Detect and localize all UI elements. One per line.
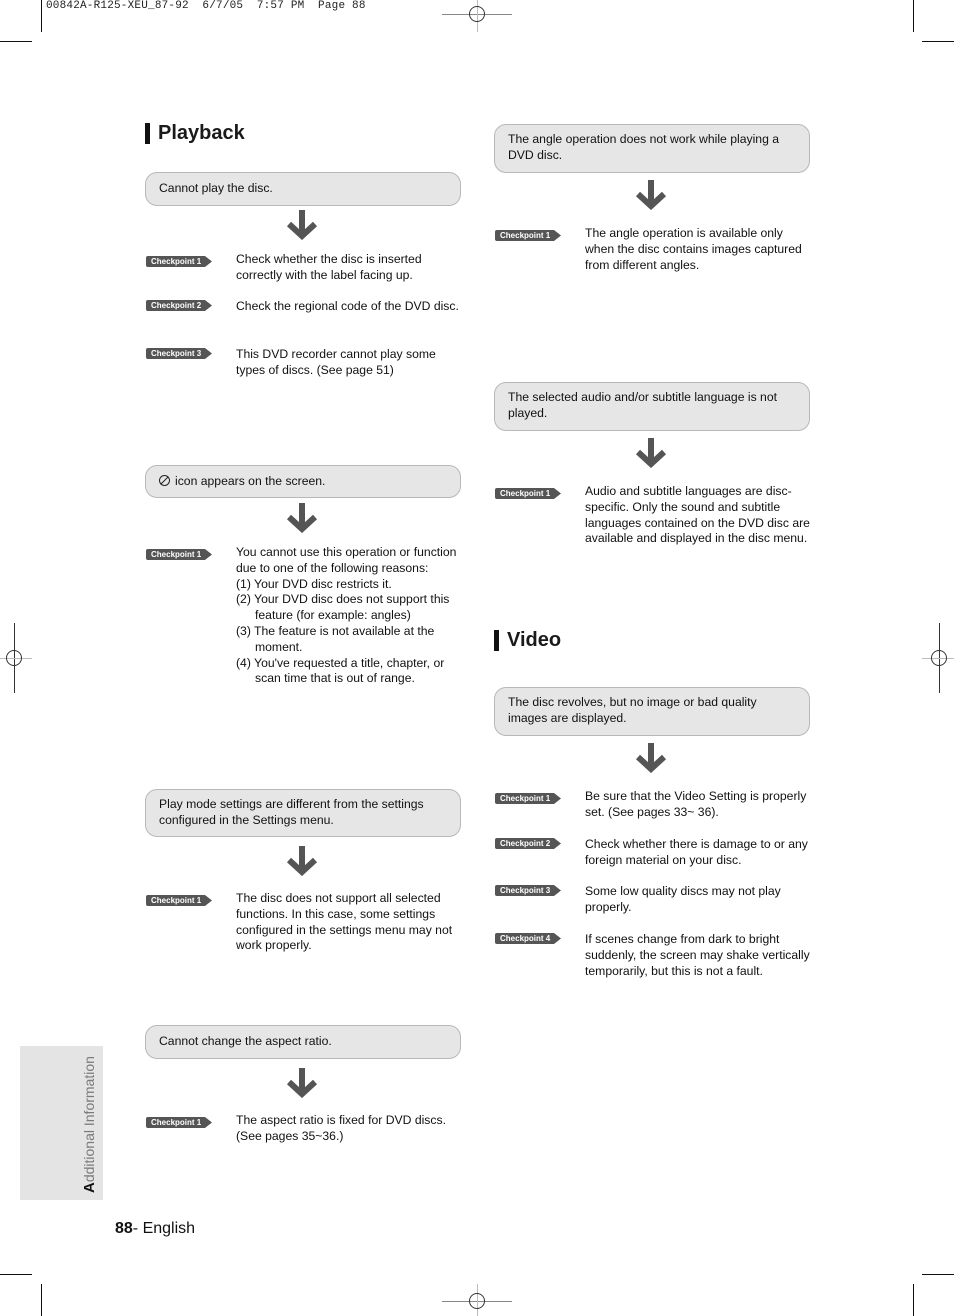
crop-mark [922,1274,954,1275]
arrow-down-icon [286,503,318,533]
problem-box: Cannot change the aspect ratio. [145,1025,461,1059]
checkpoint-badge: Checkpoint 1 [146,1117,212,1128]
checkpoint-text: Some low quality discs may not play prop… [585,884,781,914]
arrow-down-icon [286,846,318,876]
section-title-playback: Playback [145,122,245,145]
checkpoint-text: Check the regional code of the DVD disc. [236,299,459,313]
reason-item: (4) You've requested a title, chapter, o… [236,655,445,686]
checkpoint-badge: Checkpoint 1 [495,793,561,804]
checkpoint-text: The angle operation is available only wh… [585,226,802,272]
problem-text: Cannot change the aspect ratio. [159,1034,332,1048]
checkpoint-badge: Checkpoint 2 [495,838,561,849]
arrow-down-icon [635,438,667,468]
checkpoint-text: Audio and subtitle languages are disc-sp… [585,484,810,546]
page-language: - English [132,1220,196,1237]
checkpoint-badge: Checkpoint 3 [146,348,212,359]
reason-item: (1) Your DVD disc restricts it. [236,576,392,591]
reason-item: (3) The feature is not available at the … [236,623,435,654]
crop-mark [41,1284,42,1316]
checkpoint-text: Check whether the disc is inserted corre… [236,252,422,282]
arrow-down-icon [635,180,667,210]
problem-text: The disc revolves, but no image or bad q… [508,695,757,725]
crop-mark [41,0,42,32]
checkpoint-text: The disc does not support all selected f… [236,891,453,953]
section-title-text: Playback [158,122,245,144]
checkpoint-badge: Checkpoint 4 [495,933,561,944]
section-title-text: Video [507,629,562,651]
crop-mark [0,41,32,42]
checkpoint-badge: Checkpoint 3 [495,885,561,896]
checkpoint-badge: Checkpoint 1 [146,256,212,267]
checkpoint-badge: Checkpoint 1 [495,230,561,241]
arrow-down-icon [286,210,318,240]
crop-mark [922,41,954,42]
problem-box: icon appears on the screen. [145,465,461,498]
checkpoint-badge: Checkpoint 1 [146,895,212,906]
problem-box: Play mode settings are different from th… [145,789,461,837]
checkpoint-badge: Checkpoint 1 [146,549,212,560]
no-entry-icon [159,475,170,486]
side-tab-rest: dditional Information [81,1056,97,1183]
crop-mark [913,0,914,32]
crop-mark [913,1284,914,1316]
problem-box: Cannot play the disc. [145,172,461,206]
side-tab-initial: A [81,1182,98,1193]
checkpoint-text: The aspect ratio is fixed for DVD discs.… [236,1113,446,1143]
print-slug: 00842A-R125-XEU_87-92 6/7/05 7:57 PM Pag… [46,0,366,12]
problem-text: icon appears on the screen. [175,474,326,488]
arrow-down-icon [635,743,667,773]
problem-text: The selected audio and/or subtitle langu… [508,390,777,420]
reason-item: (2) Your DVD disc does not support this … [236,592,450,623]
arrow-down-icon [286,1068,318,1098]
page-number: 88 [115,1220,133,1237]
checkpoint-text: If scenes change from dark to bright sud… [585,932,810,978]
title-bar [494,630,499,651]
problem-box: The selected audio and/or subtitle langu… [494,382,810,431]
checkpoint-text-intro: You cannot use this operation or functio… [236,545,457,575]
problem-text: Play mode settings are different from th… [159,797,424,827]
problem-text: The angle operation does not work while … [508,132,780,162]
problem-text: Cannot play the disc. [159,181,273,195]
checkpoint-text: This DVD recorder cannot play some types… [236,347,436,377]
problem-box: The angle operation does not work while … [494,124,810,173]
crop-mark [0,1274,32,1275]
checkpoint-badge: Checkpoint 1 [495,488,561,499]
checkpoint-text: Be sure that the Video Setting is proper… [585,789,807,819]
title-bar [145,123,150,144]
page-footer: 88- English [115,1220,195,1238]
side-tab-label: Additional Information [81,1056,98,1193]
checkpoint-text: You cannot use this operation or functio… [236,545,461,687]
section-title-video: Video [494,629,561,652]
problem-box: The disc revolves, but no image or bad q… [494,687,810,736]
checkpoint-badge: Checkpoint 2 [146,300,212,311]
checkpoint-text: Check whether there is damage to or any … [585,837,808,867]
